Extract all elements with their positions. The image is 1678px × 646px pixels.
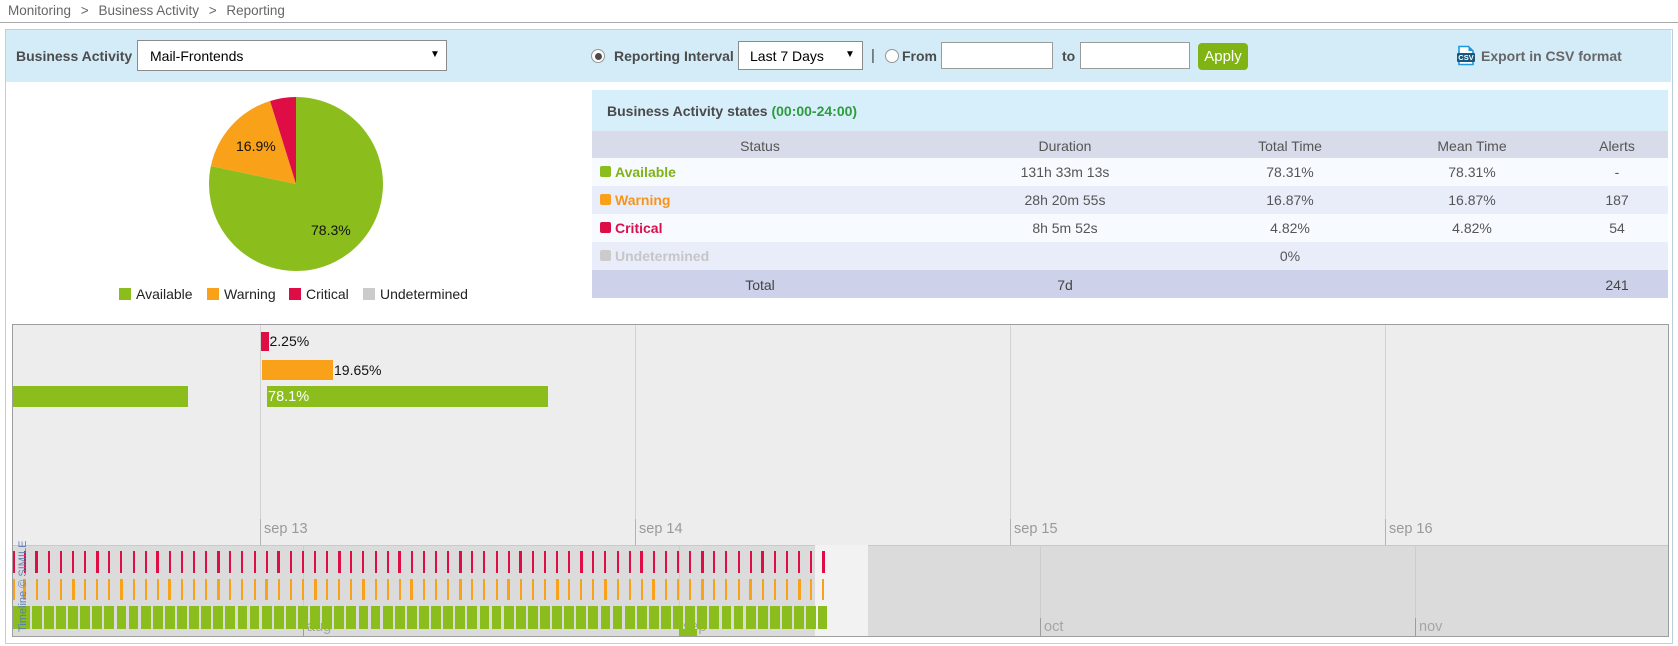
svg-text:CSV: CSV xyxy=(1458,53,1473,62)
